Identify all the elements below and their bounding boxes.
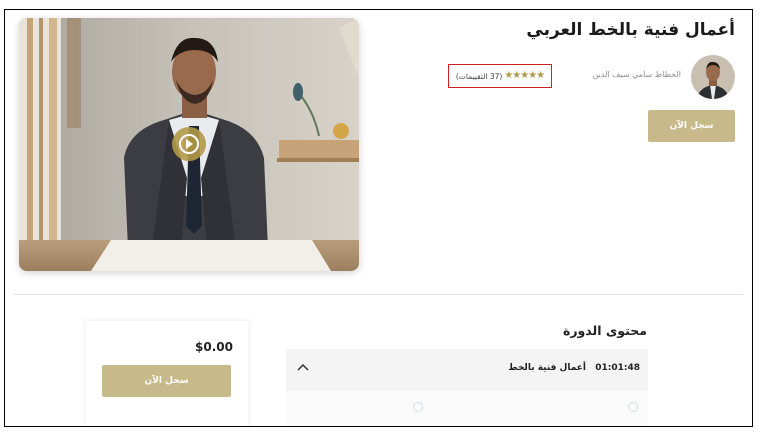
reviews-count: (37 التقييمات) — [455, 71, 503, 81]
section-divider — [13, 294, 743, 295]
enroll-now-button[interactable]: سجل الآن — [648, 110, 735, 142]
pricing-card: $0.00 سجل الآن — [86, 321, 248, 426]
lesson-row-partial[interactable] — [286, 391, 648, 426]
lesson-icon — [628, 402, 638, 412]
lesson-icon — [413, 402, 423, 412]
course-video-player[interactable] — [19, 18, 359, 271]
course-title: أعمال فنية بالخط العربي — [526, 20, 735, 40]
course-rating: ★★★★★ (37 التقييمات) — [448, 64, 552, 88]
instructor-avatar[interactable] — [691, 55, 735, 99]
lesson-group-name: أعمال فنية بالخط — [508, 363, 586, 373]
lesson-duration: 01:01:48 — [595, 363, 640, 373]
enroll-now-button-card[interactable]: سجل الآن — [102, 365, 231, 397]
course-content-title: محتوى الدورة — [562, 323, 647, 338]
chevron-up-icon[interactable] — [296, 361, 310, 375]
video-thumbnail — [19, 18, 359, 271]
content-accordion-item[interactable]: 01:01:48 أعمال فنية بالخط — [286, 349, 648, 391]
instructor-name[interactable]: الخطاط سامي سيف الدين — [592, 70, 681, 79]
course-price: $0.00 — [195, 340, 233, 354]
page-frame: أعمال فنية بالخط العربي الخطاط سامي سيف … — [4, 9, 753, 427]
rating-stars-icon: ★★★★★ — [504, 70, 545, 81]
